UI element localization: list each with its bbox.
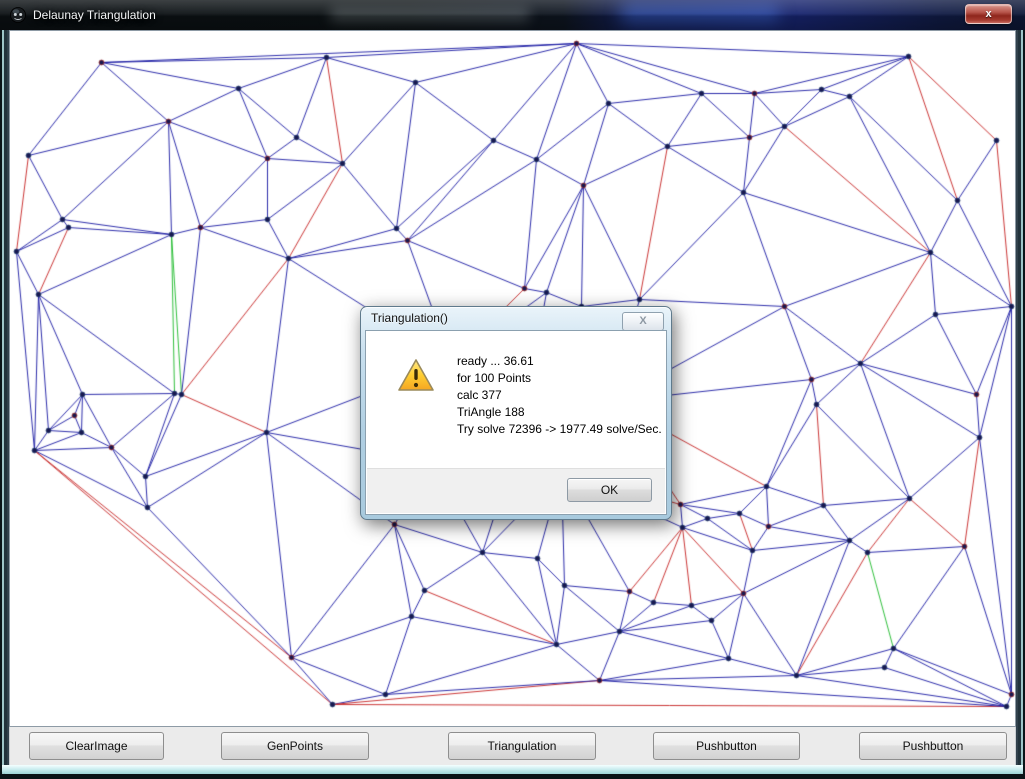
title-bar[interactable]: Delaunay Triangulation x [0, 0, 1025, 30]
pushbutton-2[interactable]: Pushbutton [859, 732, 1007, 760]
window-frame-bottom [2, 765, 1023, 774]
message-line: ready ... 36.61 [457, 353, 662, 370]
glass-reflection-blue [620, 4, 780, 24]
message-line: Try solve 72396 -> 1977.49 solve/Sec. [457, 421, 662, 438]
dialog-message: ready ... 36.61 for 100 Points calc 377 … [457, 353, 662, 438]
window-frame-left [0, 30, 9, 779]
dialog-title: Triangulation() [371, 307, 448, 330]
window-title: Delaunay Triangulation [33, 0, 156, 30]
message-line: TriAngle 188 [457, 404, 662, 421]
app-icon [9, 6, 27, 24]
window-frame-edge [0, 774, 1025, 779]
pushbutton-1[interactable]: Pushbutton [653, 732, 800, 760]
window-frame-right [1016, 30, 1025, 779]
ok-button[interactable]: OK [567, 478, 652, 502]
triangulation-dialog: Triangulation() X ready ... 36.61 for 10… [360, 306, 672, 520]
glass-reflection [330, 8, 530, 22]
dialog-footer: OK [367, 468, 665, 513]
dialog-body: ready ... 36.61 for 100 Points calc 377 … [365, 330, 667, 515]
app-window: Delaunay Triangulation x ClearImage GenP… [0, 0, 1025, 779]
message-line: calc 377 [457, 387, 662, 404]
message-line: for 100 Points [457, 370, 662, 387]
warning-icon [397, 358, 435, 393]
triangulation-button[interactable]: Triangulation [448, 732, 596, 760]
clear-image-button[interactable]: ClearImage [29, 732, 164, 760]
dialog-close-icon[interactable]: X [622, 312, 664, 331]
button-bar: ClearImage GenPoints Triangulation Pushb… [9, 727, 1016, 765]
gen-points-button[interactable]: GenPoints [221, 732, 369, 760]
window-close-icon[interactable]: x [965, 4, 1012, 24]
